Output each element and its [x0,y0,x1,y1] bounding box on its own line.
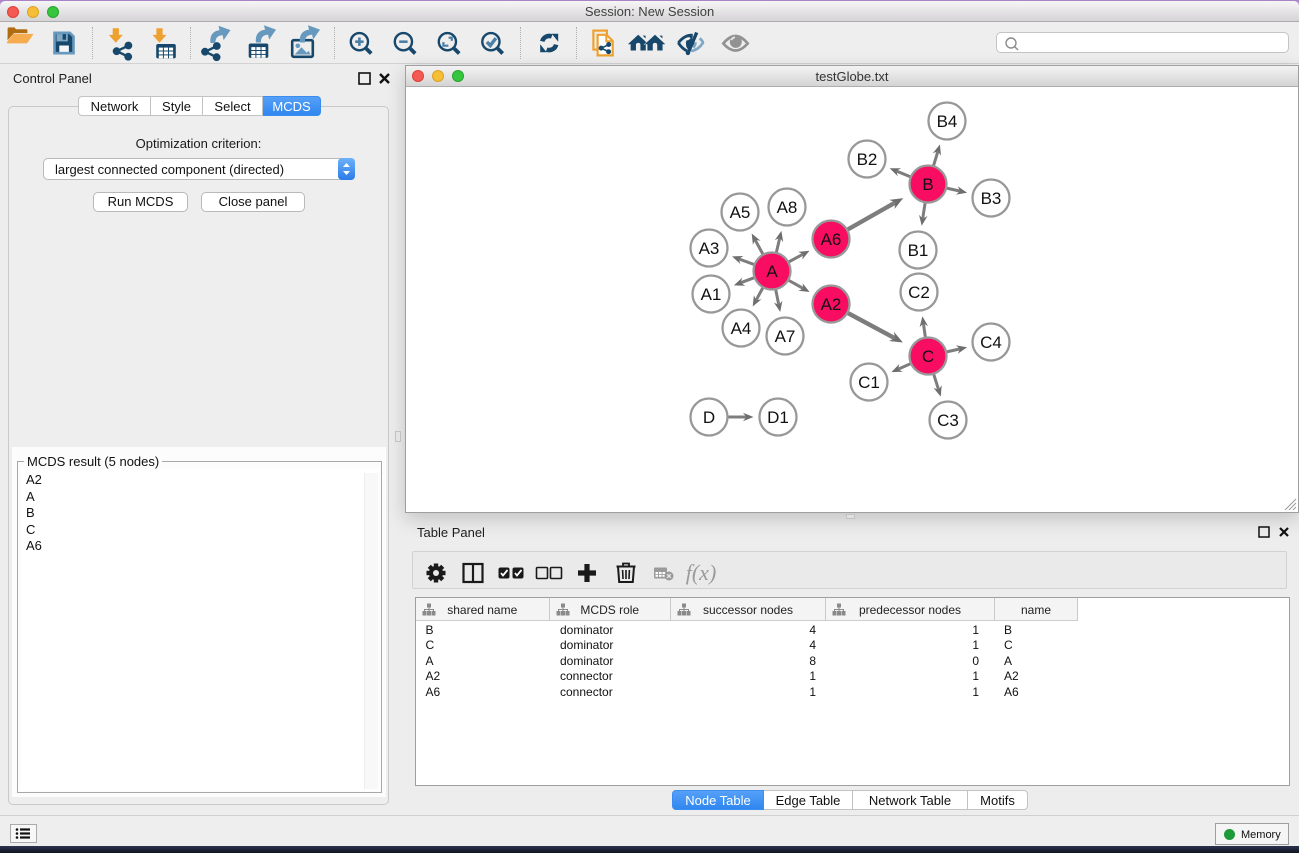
svg-text:B4: B4 [937,112,958,131]
svg-text:B2: B2 [857,150,878,169]
svg-text:C4: C4 [980,333,1002,352]
svg-text:A7: A7 [775,327,796,346]
svg-text:C3: C3 [937,411,959,430]
svg-text:B: B [922,175,933,194]
svg-text:C2: C2 [908,283,930,302]
svg-text:A5: A5 [730,203,751,222]
svg-text:B3: B3 [981,189,1002,208]
svg-text:A: A [766,262,778,281]
svg-text:D1: D1 [767,408,789,427]
svg-text:D: D [703,408,715,427]
svg-text:A4: A4 [731,319,752,338]
svg-text:B1: B1 [908,241,929,260]
svg-text:f(x): f(x) [686,560,717,585]
svg-text:A2: A2 [821,295,842,314]
svg-text:A8: A8 [777,198,798,217]
svg-text:A1: A1 [701,285,722,304]
svg-text:A6: A6 [821,230,842,249]
svg-text:C: C [922,347,934,366]
svg-text:C1: C1 [858,373,880,392]
svg-text:A3: A3 [699,239,720,258]
